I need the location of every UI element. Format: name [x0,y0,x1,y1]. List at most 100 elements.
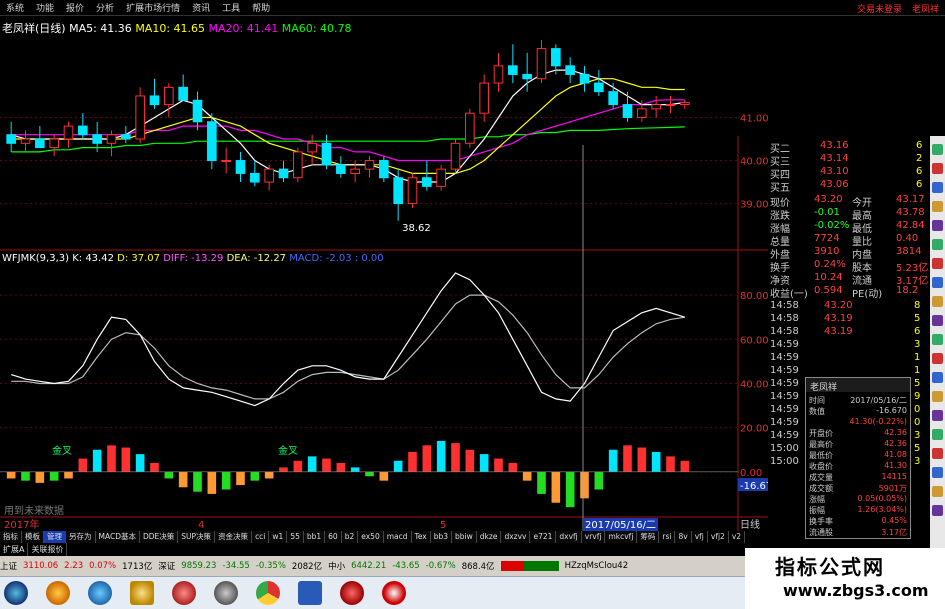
toolbar-button-icon[interactable] [932,467,943,478]
tab-28[interactable]: vfj [692,531,708,543]
menu-item[interactable]: 系统 [0,1,30,14]
word-icon[interactable] [298,581,322,605]
tab-23[interactable]: vrvfj [582,531,606,543]
info-popup[interactable]: 老凤祥 时间 2017/05/16/二 数值 -16.670 41.30(-0.22%)… [805,377,911,539]
menu-item[interactable]: 资讯 [186,1,216,14]
ma10-value: MA10: 41.65 [135,22,206,35]
toolbar-button-icon[interactable] [932,315,943,326]
indicator-tick-label: 80.00 [740,291,768,302]
tab-24[interactable]: mkcvfj [605,531,638,543]
kline-chart[interactable]: 41.00 40.00 39.00 80.00 60.00 40.00 20.00 0.00 -… [0,16,768,531]
toolbar-button-icon[interactable] [932,277,943,288]
menu-item[interactable]: 帮助 [246,1,276,14]
explorer-icon[interactable] [130,581,154,605]
popup-value: -16.670 [876,406,907,415]
menu-item[interactable]: 扩展市场行情 [120,1,186,14]
toolbar-button-icon[interactable] [932,505,943,516]
tab-6[interactable]: SUP决策 [178,531,216,543]
toolbar-button-icon[interactable] [932,391,943,402]
tab-0[interactable]: 扩展A [0,543,29,556]
tab-7[interactable]: 资金决策 [215,531,253,543]
tab-19[interactable]: dkze [477,531,502,543]
tab-26[interactable]: rsi [659,531,676,543]
toolbar-button-icon[interactable] [932,201,943,212]
macd-value: MACD: -2.03 [289,253,352,264]
menu-item[interactable]: 功能 [30,1,60,14]
chrome-icon[interactable] [256,581,280,605]
tick-time: 14:59 [770,339,799,350]
tab-5[interactable]: DDE决策 [140,531,179,543]
tab-27[interactable]: 8v [675,531,692,543]
macd-bar [107,445,116,472]
login-status[interactable]: 交易未登录 [857,2,902,15]
sh-index-label[interactable]: 上证 [0,560,17,572]
dea-value: DEA: -12.27 [226,253,287,264]
macd-bar [135,454,145,472]
bank-app-icon[interactable] [382,581,406,605]
macd-bar [336,462,346,472]
player-icon[interactable] [214,581,238,605]
popup-key: 涨幅 [809,495,825,504]
tab-15[interactable]: macd [384,531,412,543]
menu-item[interactable]: 工具 [216,1,246,14]
toolbar-button-icon[interactable] [932,448,943,459]
toolbar-button-icon[interactable] [932,220,943,231]
sz-index-label[interactable]: 深证 [158,560,175,572]
time-axis-label: 2017年 [4,518,39,531]
tab-20[interactable]: dxzvv [501,531,531,543]
toolbar-button-icon[interactable] [932,182,943,193]
macd-bar [264,471,274,479]
tab-0[interactable]: 指标 [0,531,22,543]
candle-body [149,95,160,106]
macd-bar [6,471,16,479]
toolbar-button-icon[interactable] [932,334,943,345]
media-player-icon[interactable] [46,581,70,605]
toolbar-button-icon[interactable] [932,486,943,497]
tab-13[interactable]: b2 [342,531,359,543]
app-icon[interactable] [172,581,196,605]
toolbar-button-icon[interactable] [932,353,943,364]
toolbar-button-icon[interactable] [932,429,943,440]
tab-8[interactable]: cci [252,531,270,543]
tab-14[interactable]: ex50 [358,531,384,543]
tab-10[interactable]: 55 [287,531,304,543]
tab-29[interactable]: vfj2 [708,531,729,543]
quote-row: 净资 10.24 流通 3.17亿 [768,272,930,287]
golden-cross-label: 金叉 [52,444,72,457]
stock-app-icon[interactable] [340,581,364,605]
tab-1[interactable]: 关联报价 [28,543,68,556]
tick-time: 15:00 [770,443,799,454]
tab-3[interactable]: 另存为 [66,531,96,543]
toolbar-button-icon[interactable] [932,372,943,383]
toolbar-button-icon[interactable] [932,258,943,269]
toolbar-button-icon[interactable] [932,239,943,250]
tick-row: 14:58 43.20 8 [768,300,930,313]
d-line [11,294,685,400]
menu-item[interactable]: 分析 [90,1,120,14]
tab-25[interactable]: 筹码 [637,531,660,543]
tab-22[interactable]: dxvfj [556,531,582,543]
tab-12[interactable]: 60 [325,531,342,543]
macd-bar [551,471,561,503]
zx-index-label[interactable]: 中小 [328,560,345,572]
tab-17[interactable]: bb3 [431,531,453,543]
bid-volume: 6 [916,140,923,151]
tab-18[interactable]: bbiw [452,531,477,543]
tab-1[interactable]: 模板 [22,531,44,543]
tab-11[interactable]: bb1 [304,531,326,543]
toolbar-button-icon[interactable] [932,296,943,307]
ie-browser-icon[interactable] [88,581,112,605]
toolbar-button-icon[interactable] [932,163,943,174]
tab-21[interactable]: e721 [530,531,557,543]
toolbar-button-icon[interactable] [932,410,943,421]
tab-30[interactable]: v2 [729,531,746,543]
tab-2[interactable]: 管理 [44,531,66,543]
toolbar-button-icon[interactable] [932,144,943,155]
tick-row: 14:59 1 [768,352,930,365]
menu-item[interactable]: 报价 [60,1,90,14]
start-button-icon[interactable] [4,581,28,605]
popup-value: 3.17亿 [881,528,907,537]
tab-9[interactable]: w1 [269,531,288,543]
tab-16[interactable]: Tex [412,531,431,543]
tab-4[interactable]: MACD基本 [96,531,140,543]
